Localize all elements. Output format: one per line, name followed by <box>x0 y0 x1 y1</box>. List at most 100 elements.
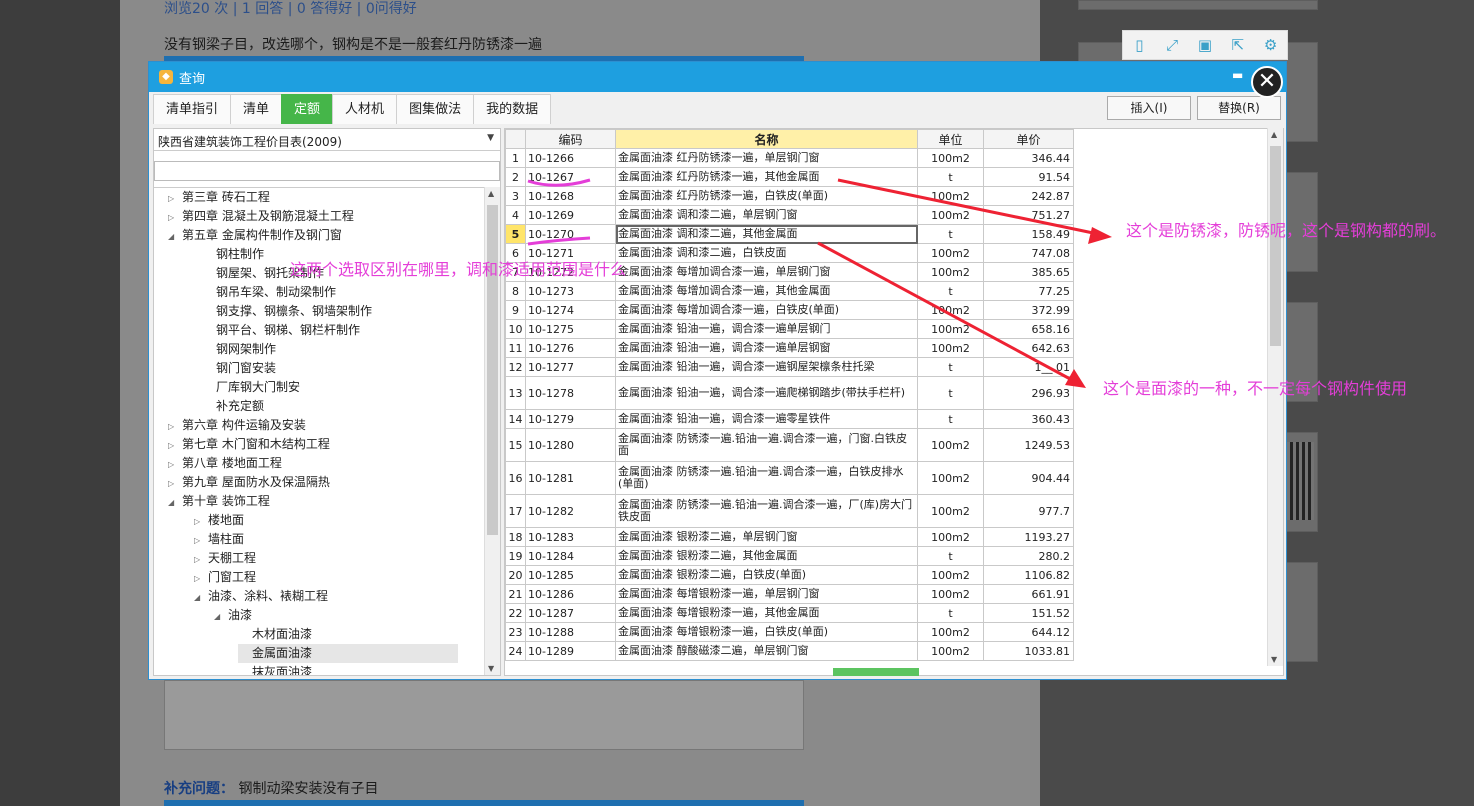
table-row[interactable]: 13 10-1278 金属面油漆 铅油一遍，调合漆一遍爬梯钢踏步(带扶手栏杆) t 29… <box>505 376 1074 410</box>
table-row[interactable]: 24 10-1289 金属面油漆 醇酸磁漆二遍，单层钢门窗 100m2 1033.81 <box>505 641 1074 661</box>
tree-node[interactable]: ▷ 墙柱面 <box>194 530 244 549</box>
tree-node[interactable]: 抹灰面油漆 <box>238 663 312 675</box>
header-index[interactable] <box>505 129 526 149</box>
tree-node[interactable]: 补充定额 <box>202 397 264 416</box>
expand-handle[interactable] <box>833 668 919 676</box>
tree-node[interactable]: ◢ 第五章 金属构件制作及钢门窗 <box>168 226 342 245</box>
tab-bill[interactable]: 清单 <box>230 94 283 124</box>
tree-node[interactable]: ◢ 油漆、涂料、裱糊工程 <box>194 587 328 606</box>
tree-node[interactable]: ▷ 第八章 楼地面工程 <box>168 454 282 473</box>
table-row[interactable]: 12 10-1277 金属面油漆 铅油一遍，调合漆一遍钢屋架檩条柱托梁 t 1__.01 <box>505 357 1074 377</box>
table-row[interactable]: 17 10-1282 金属面油漆 防锈漆一遍.铅油一遍.调合漆一遍，厂(库)房大门铁… <box>505 494 1074 528</box>
tree-node[interactable]: ▷ 天棚工程 <box>194 549 256 568</box>
tree-node-label: 第六章 构件运输及安装 <box>182 418 306 432</box>
header-name[interactable]: 名称 <box>615 129 918 149</box>
tab-labor-material-machine[interactable]: 人材机 <box>332 94 398 124</box>
header-code[interactable]: 编码 <box>525 129 616 149</box>
table-row[interactable]: 21 10-1286 金属面油漆 每增银粉漆一遍，单层钢门窗 100m2 661.91 <box>505 584 1074 604</box>
table-row[interactable]: 5 10-1270 金属面油漆 调和漆二遍，其他金属面 t 158.49 <box>505 224 1074 244</box>
table-row[interactable]: 14 10-1279 金属面油漆 铅油一遍，调合漆一遍零星铁件 t 360.43 <box>505 409 1074 429</box>
row-index: 11 <box>505 338 526 358</box>
insert-button[interactable]: 插入(I) <box>1107 96 1191 120</box>
tree-node[interactable]: ▷ 第九章 屋面防水及保温隔热 <box>168 473 330 492</box>
scroll-up-icon[interactable]: ▲ <box>488 189 494 198</box>
expand-icon[interactable]: ▷ <box>168 208 182 227</box>
table-row[interactable]: 18 10-1283 金属面油漆 银粉漆二遍，单层钢门窗 100m2 1193.27 <box>505 527 1074 547</box>
row-index: 12 <box>505 357 526 377</box>
share-icon[interactable]: ⇱ <box>1227 36 1249 54</box>
tree-node-label: 钢柱制作 <box>216 247 265 261</box>
question-title: 没有钢梁子目，改选哪个，钢构是不是一般套红丹防锈漆一遍 <box>164 37 542 53</box>
tree-node[interactable]: ▷ 第四章 混凝土及钢筋混凝土工程 <box>168 207 354 226</box>
collapse-icon[interactable]: ◢ <box>168 227 182 246</box>
filter-input[interactable] <box>154 161 500 181</box>
close-icon[interactable]: ✕ <box>1251 66 1283 98</box>
table-row[interactable]: 19 10-1284 金属面油漆 银粉漆二遍，其他金属面 t 280.2 <box>505 546 1074 566</box>
tree-node[interactable]: 厂库钢大门制安 <box>202 378 300 397</box>
collapse-icon[interactable]: ◢ <box>194 588 208 607</box>
scroll-down-icon[interactable]: ▼ <box>1271 655 1277 664</box>
tab-bill-guide[interactable]: 清单指引 <box>153 94 232 124</box>
table-row[interactable]: 2 10-1267 金属面油漆 红丹防锈漆一遍，其他金属面 t 91.54 <box>505 167 1074 187</box>
header-unit[interactable]: 单位 <box>917 129 984 149</box>
tree-node[interactable]: ◢ 油漆 <box>214 606 252 625</box>
table-row[interactable]: 10 10-1275 金属面油漆 铅油一遍，调合漆一遍单层钢门 100m2 658.16 <box>505 319 1074 339</box>
tree-node[interactable]: 钢平台、钢梯、钢栏杆制作 <box>202 321 360 340</box>
row-name: 金属面油漆 铅油一遍，调合漆一遍零星铁件 <box>615 409 918 429</box>
tree-node[interactable]: 金属面油漆 <box>238 644 458 663</box>
gear-icon[interactable]: ⚙ <box>1260 36 1282 54</box>
tree-node[interactable]: 钢支撑、钢檩条、钢墙架制作 <box>202 302 372 321</box>
tree-node[interactable]: ▷ 第三章 砖石工程 <box>168 188 270 207</box>
expand-icon[interactable]: ▷ <box>194 569 208 588</box>
collapse-icon[interactable]: ◢ <box>168 493 182 512</box>
tab-atlas-method[interactable]: 图集做法 <box>396 94 475 124</box>
tab-quota[interactable]: 定额 <box>281 94 334 124</box>
table-row[interactable]: 23 10-1288 金属面油漆 每增银粉漆一遍，白铁皮(单面) 100m2 644.1… <box>505 622 1074 642</box>
expand-icon[interactable]: ▷ <box>194 531 208 550</box>
row-index: 23 <box>505 622 526 642</box>
save-icon[interactable]: ▣ <box>1194 36 1216 54</box>
row-price: 1033.81 <box>983 641 1074 661</box>
table-row[interactable]: 16 10-1281 金属面油漆 防锈漆一遍.铅油一遍.调合漆一遍，白铁皮排水(单面… <box>505 461 1074 495</box>
table-row[interactable]: 8 10-1273 金属面油漆 每增加调合漆一遍，其他金属面 t 77.25 <box>505 281 1074 301</box>
replace-button[interactable]: 替换(R) <box>1197 96 1281 120</box>
tree-node[interactable]: ▷ 楼地面 <box>194 511 244 530</box>
library-select[interactable]: 陕西省建筑装饰工程价目表(2009) ▼ <box>154 129 500 151</box>
maximize-icon[interactable]: ▬ <box>1232 68 1243 82</box>
tree-node[interactable]: ▷ 门窗工程 <box>194 568 256 587</box>
expand-icon[interactable]: ▷ <box>168 436 182 455</box>
table-row[interactable]: 11 10-1276 金属面油漆 铅油一遍，调合漆一遍单层钢窗 100m2 642.63 <box>505 338 1074 358</box>
table-row[interactable]: 3 10-1268 金属面油漆 红丹防锈漆一遍，白铁皮(单面) 100m2 242.87 <box>505 186 1074 206</box>
scroll-down-icon[interactable]: ▼ <box>488 664 494 673</box>
table-row[interactable]: 4 10-1269 金属面油漆 调和漆二遍，单层钢门窗 100m2 751.27 <box>505 205 1074 225</box>
scroll-thumb[interactable] <box>487 205 498 535</box>
table-row[interactable]: 22 10-1287 金属面油漆 每增银粉漆一遍，其他金属面 t 151.52 <box>505 603 1074 623</box>
header-price[interactable]: 单价 <box>983 129 1074 149</box>
tree-node[interactable]: ▷ 第七章 木门窗和木结构工程 <box>168 435 330 454</box>
scroll-up-icon[interactable]: ▲ <box>1271 130 1277 139</box>
table-row[interactable]: 15 10-1280 金属面油漆 防锈漆一遍.铅油一遍.调合漆一遍，门窗.白铁皮面 1… <box>505 428 1074 462</box>
fullscreen-icon[interactable]: ⤢ <box>1161 36 1183 54</box>
expand-icon[interactable]: ▷ <box>168 455 182 474</box>
expand-icon[interactable]: ▷ <box>168 474 182 493</box>
expand-icon[interactable]: ▷ <box>194 550 208 569</box>
tab-my-data[interactable]: 我的数据 <box>473 94 552 124</box>
tree-node[interactable]: 钢柱制作 <box>202 245 264 264</box>
tree-node[interactable]: 钢门窗安装 <box>202 359 276 378</box>
phone-icon[interactable]: ▯ <box>1128 36 1150 54</box>
tree-node-label: 天棚工程 <box>208 551 257 565</box>
expand-icon[interactable]: ▷ <box>168 189 182 208</box>
collapse-icon[interactable]: ◢ <box>214 607 228 626</box>
tree-node[interactable]: ▷ 第六章 构件运输及安装 <box>168 416 306 435</box>
table-row[interactable]: 9 10-1274 金属面油漆 每增加调合漆一遍，白铁皮(单面) 100m2 372.9… <box>505 300 1074 320</box>
tree-node[interactable]: 钢吊车梁、制动梁制作 <box>202 283 336 302</box>
table-row[interactable]: 20 10-1285 金属面油漆 银粉漆二遍，白铁皮(单面) 100m2 1106.82 <box>505 565 1074 585</box>
row-code: 10-1288 <box>525 622 616 642</box>
expand-icon[interactable]: ▷ <box>194 512 208 531</box>
scroll-thumb[interactable] <box>1270 146 1281 346</box>
table-row[interactable]: 1 10-1266 金属面油漆 红丹防锈漆一遍，单层钢门窗 100m2 346.44 <box>505 148 1074 168</box>
tree-node[interactable]: 木材面油漆 <box>238 625 312 644</box>
expand-icon[interactable]: ▷ <box>168 417 182 436</box>
tree-node[interactable]: ◢ 第十章 装饰工程 <box>168 492 270 511</box>
tree-node[interactable]: 钢网架制作 <box>202 340 276 359</box>
